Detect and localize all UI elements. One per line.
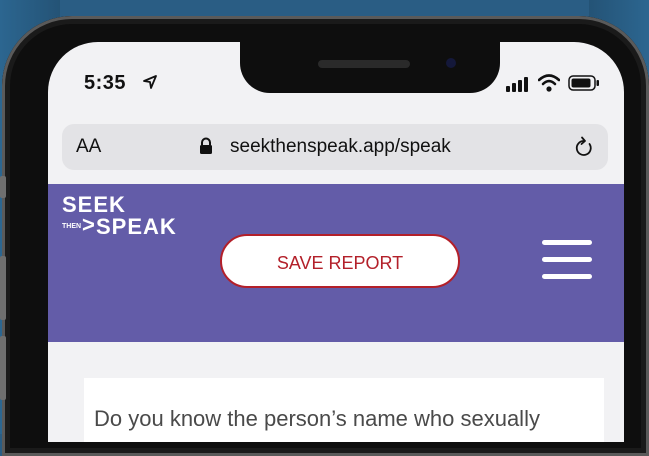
cellular-signal-icon bbox=[506, 77, 528, 92]
question-text: Do you know the person’s name who sexual… bbox=[94, 406, 540, 431]
site-header: SEEK THEN > SPEAK SAVE REPORT bbox=[48, 184, 624, 342]
status-time: 5:35 bbox=[84, 72, 127, 94]
address-bar[interactable]: AA seekthenspeak.app/speak bbox=[62, 124, 608, 170]
logo-speak: SPEAK bbox=[96, 214, 177, 239]
mute-switch bbox=[0, 176, 6, 198]
phone-screen: 5:35 AA seekthenspeak.app/speak SEEK THE… bbox=[48, 42, 624, 442]
lock-icon bbox=[200, 137, 212, 154]
menu-bar bbox=[542, 257, 592, 262]
location-arrow-icon bbox=[143, 75, 157, 89]
hamburger-menu-icon[interactable] bbox=[542, 240, 592, 282]
battery-icon bbox=[568, 75, 599, 91]
save-report-button[interactable]: SAVE REPORT bbox=[220, 234, 460, 288]
menu-bar bbox=[542, 274, 592, 279]
menu-bar bbox=[542, 240, 592, 245]
front-camera bbox=[446, 58, 456, 68]
volume-down-button bbox=[0, 336, 6, 400]
earpiece-speaker bbox=[318, 60, 410, 68]
reload-icon[interactable] bbox=[574, 136, 594, 158]
logo-arrow-icon: > bbox=[82, 212, 95, 237]
question-card: Do you know the person’s name who sexual… bbox=[84, 378, 604, 442]
main-content: Do you know the person’s name who sexual… bbox=[48, 342, 624, 442]
reader-aa-button[interactable]: AA bbox=[76, 136, 101, 158]
wifi-icon bbox=[538, 74, 560, 92]
logo-then: THEN bbox=[62, 223, 82, 230]
url-text[interactable]: seekthenspeak.app/speak bbox=[230, 136, 451, 158]
volume-up-button bbox=[0, 256, 6, 320]
